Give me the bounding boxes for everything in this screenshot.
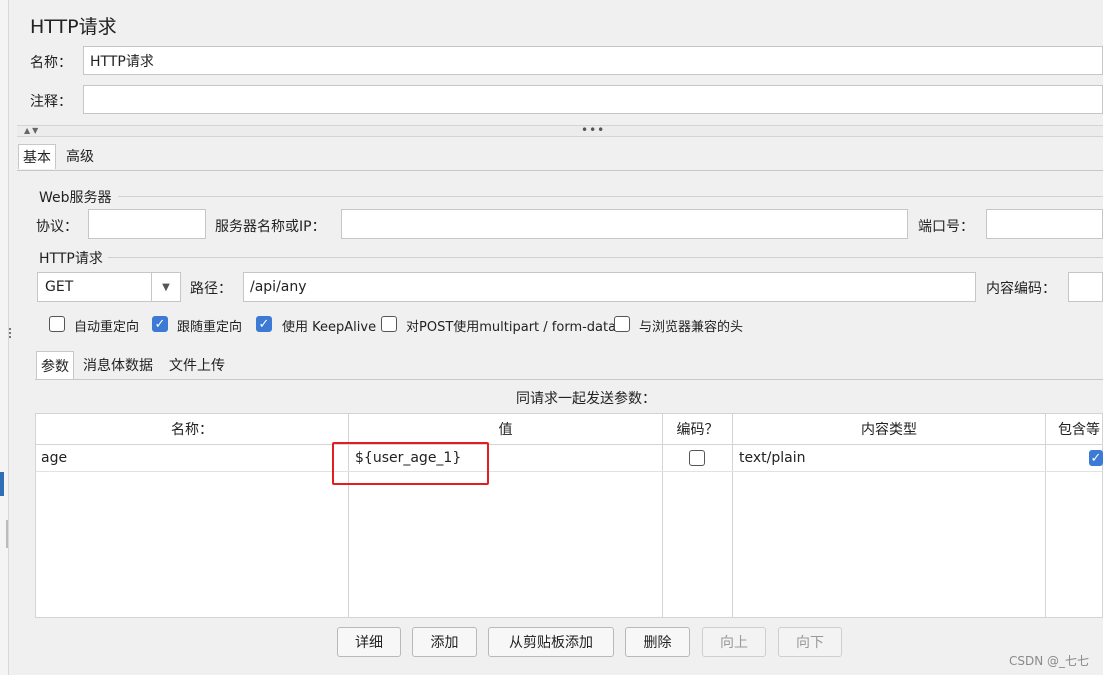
follow-redirect-checkbox[interactable]: ✓ bbox=[152, 316, 168, 332]
check-icon: ✓ bbox=[1090, 450, 1102, 466]
param-encode-cell[interactable] bbox=[689, 445, 709, 471]
browser-headers-label: 与浏览器兼容的头 bbox=[639, 320, 744, 335]
tab-parameters[interactable]: 参数 bbox=[36, 351, 74, 379]
split-divider[interactable] bbox=[17, 125, 1103, 137]
watermark-text: CSDN @_七七 bbox=[1008, 654, 1089, 668]
column-divider bbox=[662, 414, 663, 617]
protocol-label: 协议： bbox=[36, 219, 78, 235]
param-content-type-cell[interactable]: text/plain bbox=[739, 445, 1039, 471]
comment-input[interactable] bbox=[83, 85, 1103, 114]
add-button[interactable]: 添加 bbox=[412, 627, 477, 657]
encoding-label: 内容编码： bbox=[986, 281, 1056, 297]
auto-redirect-label: 自动重定向 bbox=[74, 320, 140, 335]
tab-advanced[interactable]: 高级 bbox=[62, 144, 98, 168]
detail-button[interactable]: 详细 bbox=[337, 627, 401, 657]
split-grip-icon[interactable] bbox=[9, 326, 12, 344]
left-scroll-tick bbox=[6, 520, 8, 548]
table-row-divider bbox=[36, 471, 1102, 472]
check-icon: ✓ bbox=[154, 316, 166, 332]
multipart-checkbox[interactable] bbox=[381, 316, 397, 332]
left-selection-marker bbox=[0, 472, 4, 496]
method-value: GET bbox=[45, 279, 74, 295]
encoding-input[interactable] bbox=[1068, 272, 1103, 302]
protocol-input[interactable] bbox=[88, 209, 206, 239]
delete-button[interactable]: 删除 bbox=[625, 627, 690, 657]
panel-title: HTTP请求 bbox=[30, 16, 117, 38]
column-header-value[interactable]: 值 bbox=[349, 414, 663, 445]
column-divider bbox=[1045, 414, 1046, 617]
column-header-include-equals[interactable]: 包含等 bbox=[1046, 414, 1102, 445]
path-input[interactable]: /api/any bbox=[243, 272, 976, 302]
web-server-group-label: Web服务器 bbox=[39, 190, 112, 206]
params-table[interactable]: 名称： 值 编码？ 内容类型 包含等 age ${user_age_1} tex… bbox=[35, 413, 1103, 618]
keepalive-label: 使用 KeepAlive bbox=[282, 320, 377, 335]
port-input[interactable] bbox=[986, 209, 1103, 239]
name-label: 名称： bbox=[30, 55, 72, 71]
multipart-label: 对POST使用multipart / form-data bbox=[406, 320, 617, 335]
server-input[interactable] bbox=[341, 209, 908, 239]
port-label: 端口号： bbox=[918, 219, 974, 235]
chevron-down-icon[interactable]: ▼ bbox=[151, 273, 180, 301]
path-label: 路径： bbox=[190, 281, 232, 297]
tab-basic[interactable]: 基本 bbox=[18, 144, 56, 169]
param-name-cell[interactable]: age bbox=[41, 445, 341, 471]
auto-redirect-checkbox[interactable] bbox=[49, 316, 65, 332]
column-header-content-type[interactable]: 内容类型 bbox=[733, 414, 1046, 445]
params-caption: 同请求一起发送参数： bbox=[516, 391, 656, 407]
params-tab-underline bbox=[35, 379, 1103, 380]
drag-dots-icon[interactable]: ••• bbox=[581, 123, 605, 137]
include-equals-checkbox[interactable]: ✓ bbox=[1089, 450, 1103, 466]
browser-headers-checkbox[interactable] bbox=[614, 316, 630, 332]
column-header-encode[interactable]: 编码？ bbox=[663, 414, 733, 445]
left-panel-strip bbox=[0, 0, 9, 675]
encode-checkbox[interactable] bbox=[689, 450, 705, 466]
http-request-group-line bbox=[108, 257, 1103, 258]
server-label: 服务器名称或IP： bbox=[215, 219, 326, 235]
tab-underline bbox=[17, 170, 1103, 171]
move-up-button[interactable]: 向上 bbox=[702, 627, 766, 657]
http-request-group-label: HTTP请求 bbox=[39, 251, 103, 267]
move-down-button[interactable]: 向下 bbox=[778, 627, 842, 657]
keepalive-checkbox[interactable]: ✓ bbox=[256, 316, 272, 332]
web-server-group-line bbox=[118, 196, 1103, 197]
name-input[interactable]: HTTP请求 bbox=[83, 46, 1103, 75]
tab-body-data[interactable]: 消息体数据 bbox=[79, 351, 157, 378]
check-icon: ✓ bbox=[258, 316, 270, 332]
collapse-arrows-icon[interactable]: ▲▼ bbox=[24, 126, 40, 135]
comment-label: 注释： bbox=[30, 94, 72, 110]
tab-file-upload[interactable]: 文件上传 bbox=[165, 351, 229, 378]
param-include-equals-cell[interactable]: ✓ bbox=[1089, 445, 1103, 471]
column-header-name[interactable]: 名称： bbox=[36, 414, 349, 445]
follow-redirect-label: 跟随重定向 bbox=[177, 320, 243, 335]
add-from-clipboard-button[interactable]: 从剪贴板添加 bbox=[488, 627, 614, 657]
highlight-annotation-box bbox=[332, 442, 489, 485]
method-select[interactable]: GET ▼ bbox=[37, 272, 181, 302]
column-divider bbox=[732, 414, 733, 617]
